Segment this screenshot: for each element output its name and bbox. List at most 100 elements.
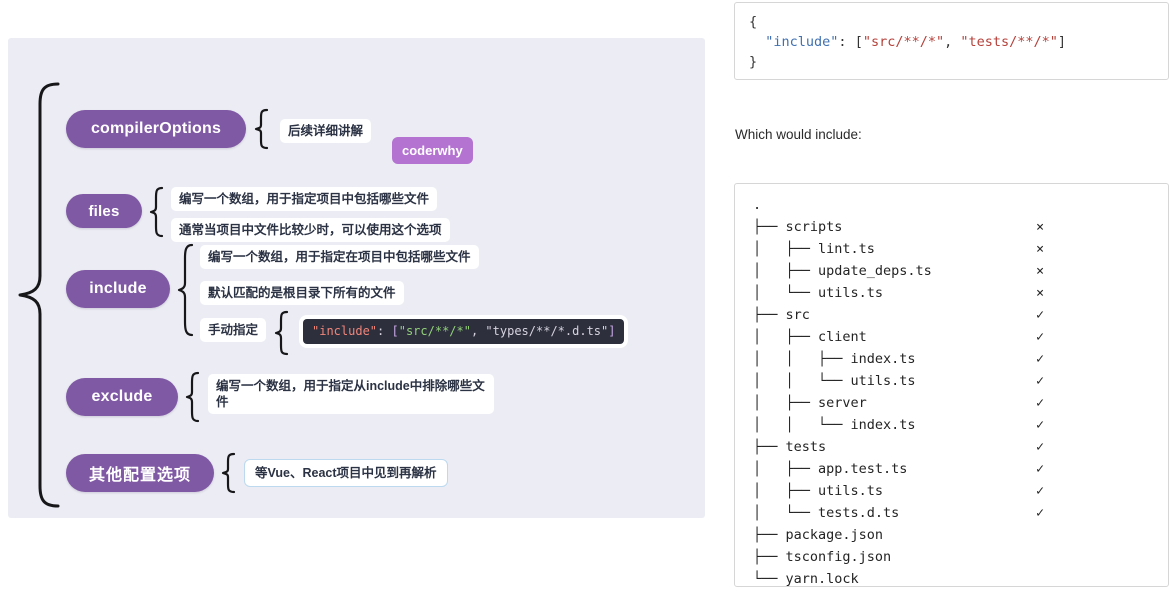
article-column: { "include": ["src/**/*", "tests/**/*"] … <box>722 0 1169 598</box>
code-comma: , <box>470 324 486 338</box>
json-string-1: "src/**/*" <box>862 34 945 50</box>
file-tree-row: │ └── utils.ts × <box>753 282 1168 304</box>
brace-include-icon <box>177 243 194 337</box>
file-tree-row: │ │ └── utils.ts ✓ <box>753 370 1168 392</box>
outer-brace-icon <box>14 80 60 510</box>
file-tree-row: . <box>753 194 1168 216</box>
file-tree-label: │ ├── server <box>753 395 867 411</box>
code-colon: : <box>377 324 392 338</box>
file-tree-row: ├── scripts × <box>753 216 1168 238</box>
node-include[interactable]: include <box>66 270 170 308</box>
file-tree-label: ├── scripts <box>753 219 843 235</box>
note-text: 通常当项目中文件比较少时，可以使用这个选项 <box>179 223 442 237</box>
file-tree-label: │ │ └── index.ts <box>753 417 916 433</box>
included-check-icon: ✓ <box>1036 505 1045 521</box>
json-close-brace: } <box>749 54 758 70</box>
file-tree-label: │ ├── client <box>753 329 867 345</box>
file-tree-row: │ └── tests.d.ts ✓ <box>753 502 1168 524</box>
file-tree-row: ├── tsconfig.json <box>753 546 1168 568</box>
file-tree-label: ├── src <box>753 307 810 323</box>
file-tree-row: ├── src ✓ <box>753 304 1168 326</box>
node-exclude-label: exclude <box>91 388 153 405</box>
file-tree-row: ├── tests ✓ <box>753 436 1168 458</box>
included-check-icon: ✓ <box>1036 307 1045 323</box>
file-tree-label: │ ├── update_deps.ts <box>753 263 932 279</box>
which-would-include-text: Which would include: <box>735 127 862 142</box>
author-badge-label: coderwhy <box>402 143 463 158</box>
node-exclude[interactable]: exclude <box>66 378 178 416</box>
file-tree-row: └── yarn.lock <box>753 568 1168 587</box>
node-other-options-label: 其他配置选项 <box>88 467 191 484</box>
excluded-cross-icon: × <box>1036 219 1045 235</box>
note-include-3: 手动指定 <box>200 318 267 342</box>
json-colon: : <box>838 34 855 50</box>
file-tree-row: │ ├── utils.ts ✓ <box>753 480 1168 502</box>
include-code-snippet: "include": ["src/**/*", "types/**/*.d.ts… <box>303 319 625 344</box>
file-tree-label: . <box>753 197 762 213</box>
note-text: 等Vue、React项目中见到再解析 <box>255 466 437 480</box>
file-tree-label: │ ├── lint.ts <box>753 241 875 257</box>
included-check-icon: ✓ <box>1036 351 1045 367</box>
file-tree-row: │ │ └── index.ts ✓ <box>753 414 1168 436</box>
note-include-1: 编写一个数组，用于指定在项目中包括哪些文件 <box>200 245 479 269</box>
included-check-icon: ✓ <box>1036 483 1045 499</box>
note-text: 手动指定 <box>208 323 259 337</box>
json-string-2: "tests/**/*" <box>960 34 1058 50</box>
file-tree-label: │ ├── app.test.ts <box>753 461 908 477</box>
file-tree-rows: . ├── scripts × │ ├── lint.ts × │ ├── update_… <box>735 194 1168 587</box>
json-open-brace: { <box>749 14 758 30</box>
brace-include-manual-icon <box>274 310 289 356</box>
file-tree-label: │ ├── utils.ts <box>753 483 884 499</box>
brace-files-icon <box>149 186 164 238</box>
file-tree-label: ├── tests <box>753 439 827 455</box>
file-tree-row: │ ├── app.test.ts ✓ <box>753 458 1168 480</box>
excluded-cross-icon: × <box>1036 263 1045 279</box>
node-files-label: files <box>88 202 120 220</box>
included-check-icon: ✓ <box>1036 329 1045 345</box>
node-include-label: include <box>89 280 147 297</box>
file-tree-row: │ ├── update_deps.ts × <box>753 260 1168 282</box>
mindmap-canvas: compilerOptions 后续详细讲解 coderwhy files 编写… <box>8 38 705 518</box>
node-compiler-options-label: compilerOptions <box>90 120 222 137</box>
note-other-options-1: 等Vue、React项目中见到再解析 <box>244 459 448 487</box>
brace-compiler-options-icon <box>254 108 269 150</box>
note-text: 默认匹配的是根目录下所有的文件 <box>208 286 396 300</box>
included-check-icon: ✓ <box>1036 439 1045 455</box>
file-tree-label: │ └── tests.d.ts <box>753 505 900 521</box>
file-tree-row: │ ├── lint.ts × <box>753 238 1168 260</box>
node-files[interactable]: files <box>66 194 142 228</box>
file-tree-label: └── yarn.lock <box>753 571 859 587</box>
note-include-2: 默认匹配的是根目录下所有的文件 <box>200 281 404 305</box>
included-check-icon: ✓ <box>1036 373 1045 389</box>
code-bracket-open: [ <box>391 324 399 338</box>
code-string-2: "types/**/*.d.ts" <box>485 324 609 338</box>
node-compiler-options[interactable]: compilerOptions <box>66 110 246 148</box>
file-tree-label: ├── tsconfig.json <box>753 549 892 565</box>
json-key: "include" <box>765 34 839 50</box>
note-text: 后续详细讲解 <box>288 124 364 138</box>
code-bracket-close: ] <box>608 324 616 338</box>
file-tree-code-block: . ├── scripts × │ ├── lint.ts × │ ├── update_… <box>734 183 1169 587</box>
note-text: 编写一个数组，用于指定在项目中包括哪些文件 <box>208 250 471 264</box>
note-files-1: 编写一个数组，用于指定项目中包括哪些文件 <box>171 187 438 211</box>
json-bracket-close: ] <box>1057 34 1067 50</box>
note-text: 编写一个数组，用于指定项目中包括哪些文件 <box>179 192 430 206</box>
file-tree-label: │ │ ├── index.ts <box>753 351 916 367</box>
code-string-1: "src/**/*" <box>398 324 471 338</box>
included-check-icon: ✓ <box>1036 417 1045 433</box>
brace-exclude-icon <box>185 371 200 423</box>
file-tree-label: │ │ └── utils.ts <box>753 373 916 389</box>
author-badge: coderwhy <box>392 137 473 164</box>
brace-other-options-icon <box>221 452 236 494</box>
note-compiler-options-1: 后续详细讲解 <box>280 119 372 143</box>
file-tree-row: ├── package.json <box>753 524 1168 546</box>
page-root: compilerOptions 后续详细讲解 coderwhy files 编写… <box>0 0 1169 598</box>
json-comma: , <box>944 34 961 50</box>
json-bracket-open: [ <box>854 34 863 50</box>
included-check-icon: ✓ <box>1036 461 1045 477</box>
note-files-2: 通常当项目中文件比较少时，可以使用这个选项 <box>171 218 450 242</box>
code-key: "include" <box>312 324 378 338</box>
node-other-options[interactable]: 其他配置选项 <box>66 454 214 492</box>
file-tree-row: │ │ ├── index.ts ✓ <box>753 348 1168 370</box>
